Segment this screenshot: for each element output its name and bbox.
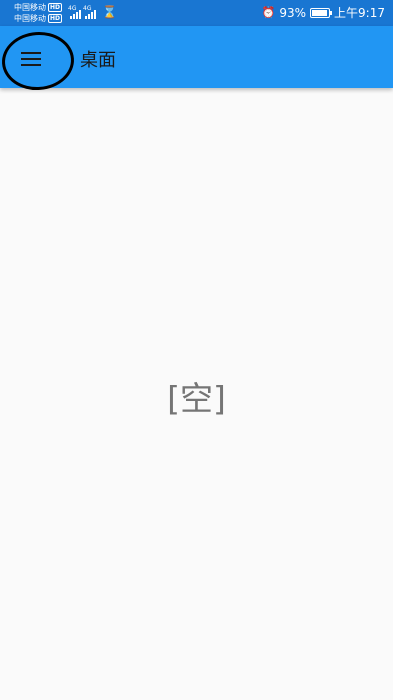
menu-icon[interactable]: [21, 52, 41, 66]
carrier-row-2: 中国移动 HD: [14, 13, 63, 24]
hd-badge-2: HD: [48, 14, 63, 23]
hd-badge-1: HD: [48, 3, 63, 12]
carrier-name-2: 中国移动: [14, 14, 46, 23]
signal-strength-icon-1: 4G: [68, 5, 81, 19]
page-title: 桌面: [80, 50, 116, 71]
battery-icon: [310, 7, 333, 18]
carrier-info: 中国移动 HD 中国移动 HD: [14, 2, 63, 24]
app-bar: 桌面: [0, 26, 393, 93]
status-bar: 中国移动 HD 中国移动 HD 4G 4G ⌛ ⏰ 93% 上午9:17: [0, 0, 393, 26]
signal-indicators: 4G 4G ⌛: [68, 5, 117, 19]
alarm-icon: ⏰: [261, 6, 276, 19]
carrier-row-1: 中国移动 HD: [14, 2, 63, 13]
status-right: ⏰ 93% 上午9:17: [262, 4, 385, 21]
carrier-name-1: 中国移动: [14, 3, 46, 12]
clock-time: 上午9:17: [334, 6, 385, 20]
empty-placeholder: [空]: [167, 379, 226, 418]
battery-percent: 93%: [279, 5, 307, 20]
menu-button[interactable]: [0, 29, 76, 93]
hourglass-icon: ⌛: [102, 5, 117, 19]
signal-strength-icon-2: 4G: [83, 5, 96, 19]
network-type-label-2: 4G: [83, 5, 92, 12]
network-type-label-1: 4G: [68, 5, 77, 12]
